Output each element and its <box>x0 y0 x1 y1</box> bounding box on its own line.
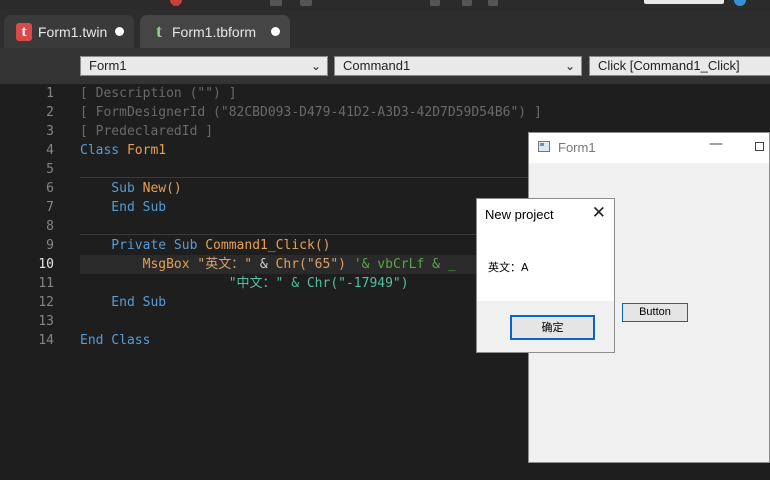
code-token: & <box>259 257 276 272</box>
code-token: () <box>314 238 331 253</box>
maximize-icon[interactable] <box>755 142 764 151</box>
line-number: 8 <box>46 219 54 234</box>
code-text: Class Form1 <box>80 141 166 160</box>
code-token: End Sub <box>80 295 167 310</box>
chevron-down-icon: ⌄ <box>310 59 321 73</box>
close-icon[interactable]: ✕ <box>592 203 606 223</box>
object-dropdown-value: Form1 <box>89 58 127 73</box>
chevron-down-icon: ⌄ <box>564 59 575 73</box>
tab-form1-twin[interactable]: t Form1.twin <box>4 15 134 48</box>
code-text: [ PredeclaredId ] <box>80 122 213 141</box>
line-number: 2 <box>46 105 54 120</box>
toolbar-icon[interactable] <box>488 0 498 6</box>
toolbar-icon[interactable] <box>430 0 440 6</box>
line-number: 7 <box>46 200 54 215</box>
code-token: [ Description ("") ] <box>80 86 237 101</box>
line-number: 3 <box>46 124 54 139</box>
event-dropdown-value: Click [Command1_Click] <box>598 58 740 73</box>
line-number: 13 <box>38 314 54 329</box>
line-number: 11 <box>38 276 54 291</box>
event-dropdown[interactable]: Click [Command1_Click] <box>589 56 770 76</box>
toolbar-help-icon[interactable] <box>734 0 746 6</box>
code-token: New <box>142 181 167 196</box>
code-token: "中文：" <box>80 276 292 291</box>
code-token: "英文：" <box>197 257 260 272</box>
line-number: 12 <box>38 295 54 310</box>
form1-title: Form1 <box>558 140 596 155</box>
msgbox-footer: 确定 <box>477 301 614 352</box>
ok-button[interactable]: 确定 <box>510 315 595 340</box>
code-text: Sub New() <box>80 179 182 198</box>
editor-tab-bar: t Form1.twin t Form1.tbform <box>0 10 770 48</box>
code-navigation-bar: Form1 ⌄ Command1 ⌄ Click [Command1_Click… <box>0 48 770 84</box>
line-number: 9 <box>46 238 54 253</box>
unsaved-dot-icon[interactable] <box>115 27 124 36</box>
form-window-icon <box>538 141 550 152</box>
toolbar-icon[interactable] <box>462 0 472 6</box>
code-text: Private Sub Command1_Click() <box>80 236 330 255</box>
procedure-dropdown[interactable]: Command1 ⌄ <box>334 56 582 76</box>
code-text: [ FormDesignerId ("82CBD093-D479-41D2-A3… <box>80 103 542 122</box>
code-token: Form1 <box>126 143 167 158</box>
line-number: 4 <box>46 143 54 158</box>
msgbox-message: 英文：A <box>488 261 529 274</box>
minimize-icon[interactable]: — <box>709 136 723 152</box>
msgbox-title: New project <box>485 207 554 222</box>
code-text: "中文：" & Chr("-17949") <box>80 274 409 293</box>
tab-form1-tbform[interactable]: t Form1.tbform <box>140 15 290 48</box>
top-toolbar-strip <box>0 0 770 10</box>
code-token: End Sub <box>80 200 167 215</box>
toolbar-stop-icon[interactable] <box>170 0 182 6</box>
code-token: ("65") <box>299 257 354 272</box>
code-token: Chr <box>275 257 300 272</box>
code-line[interactable]: 1 [ Description ("") ] <box>0 84 770 103</box>
toolbar-search-field[interactable] <box>644 0 724 4</box>
code-token: Class <box>80 143 127 158</box>
code-token: & Chr("-17949") <box>291 276 409 291</box>
code-text: [ Description ("") ] <box>80 84 237 103</box>
twinbasic-form-icon: t <box>156 21 162 41</box>
tab-label: Form1.twin <box>38 23 108 40</box>
toolbar-icon[interactable] <box>300 0 312 6</box>
code-token: MsgBox <box>80 257 198 272</box>
code-token: End Class <box>80 333 151 348</box>
code-token: () <box>166 181 182 196</box>
line-number: 1 <box>46 86 54 101</box>
code-token: Private Sub <box>80 238 206 253</box>
unsaved-dot-icon[interactable] <box>271 27 280 36</box>
line-number: 6 <box>46 181 54 196</box>
line-number: 5 <box>46 162 54 177</box>
code-line[interactable]: 2 [ FormDesignerId ("82CBD093-D479-41D2-A… <box>0 103 770 122</box>
code-text: MsgBox "英文：" & Chr("65") '& vbCrLf & _ <box>80 255 456 274</box>
twinbasic-file-icon: t <box>16 22 32 41</box>
msgbox-dialog: New project ✕ 英文：A 确定 <box>476 198 615 353</box>
form1-title-bar[interactable]: Form1 — <box>529 133 769 163</box>
code-token: '& vbCrLf & _ <box>353 257 456 272</box>
code-text: End Class <box>80 331 150 350</box>
tab-label: Form1.tbform <box>172 23 257 40</box>
procedure-dropdown-value: Command1 <box>343 58 411 73</box>
code-text: End Sub <box>80 198 166 217</box>
code-token: [ PredeclaredId ] <box>80 124 214 139</box>
line-number: 10 <box>38 257 54 272</box>
code-text: End Sub <box>80 293 166 312</box>
toolbar-icon[interactable] <box>270 0 282 6</box>
command1-button[interactable]: Button <box>622 303 688 322</box>
code-token: Sub <box>80 181 143 196</box>
code-token: Command1_Click <box>205 238 315 253</box>
line-number: 14 <box>38 333 54 348</box>
object-dropdown[interactable]: Form1 ⌄ <box>80 56 328 76</box>
code-token: [ FormDesignerId ("82CBD093-D479-41D2-A3… <box>80 105 542 120</box>
